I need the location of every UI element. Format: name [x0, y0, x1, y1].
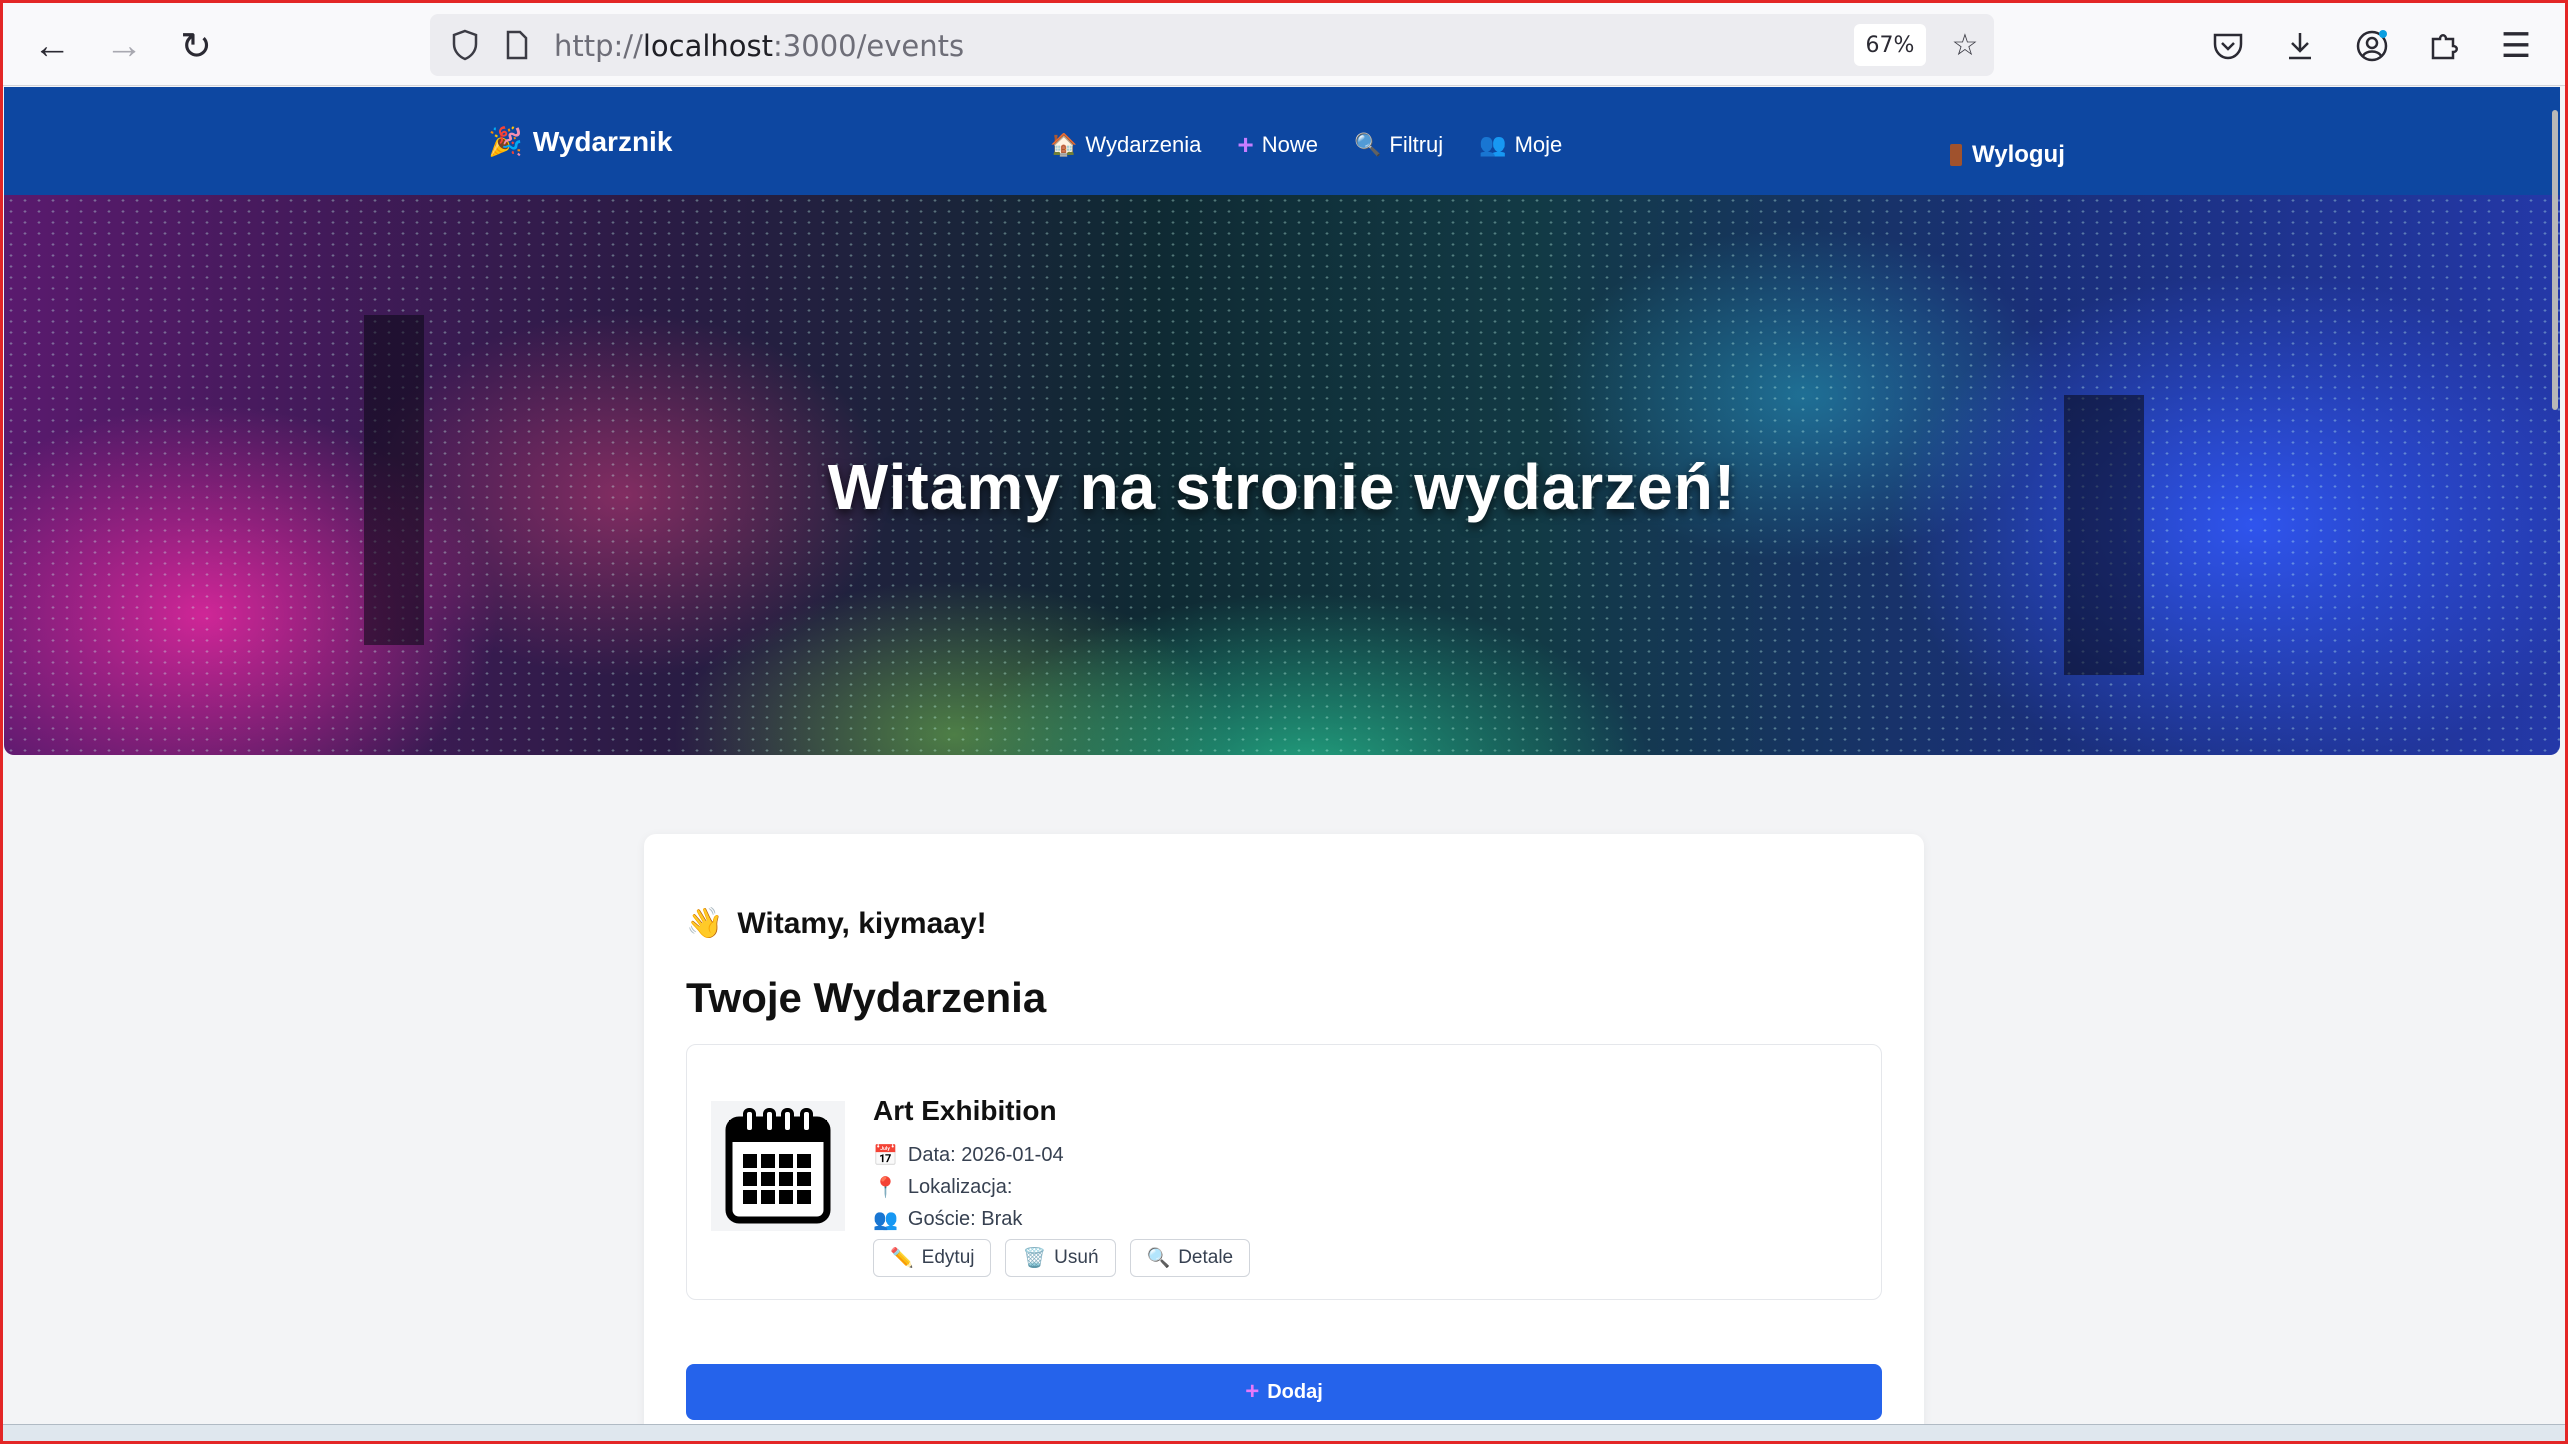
download-icon[interactable]	[2274, 20, 2326, 72]
speaker-right-decoration	[2064, 395, 2144, 675]
taskbar-edge	[0, 1424, 2568, 1444]
add-label: Dodaj	[1267, 1380, 1323, 1403]
section-title: Twoje Wydarzenia	[686, 974, 1047, 1021]
calendar-small-icon: 📅	[873, 1145, 898, 1167]
door-icon	[1950, 144, 1962, 166]
logout-button[interactable]: Wyloguj	[1950, 141, 2065, 169]
delete-label: Usuń	[1054, 1247, 1099, 1268]
app-navbar: 🎉 Wydarznik 🏠 Wydarzenia + Nowe 🔍 Filtru…	[4, 87, 2560, 195]
edit-label: Edytuj	[921, 1247, 975, 1268]
bookmark-star-icon[interactable]: ☆	[1944, 24, 1986, 66]
delete-button[interactable]: 🗑️ Usuń	[1005, 1239, 1116, 1277]
event-title: Art Exhibition	[873, 1095, 1057, 1126]
nav-item-nowe[interactable]: + Nowe	[1237, 129, 1318, 161]
add-event-button[interactable]: + Dodaj	[686, 1364, 1882, 1420]
pencil-icon: ✏️	[890, 1248, 914, 1269]
account-icon[interactable]	[2346, 20, 2398, 72]
event-guests: 👥 Goście: Brak	[873, 1207, 1022, 1232]
extensions-icon[interactable]	[2418, 20, 2470, 72]
brand-name: Wydarznik	[532, 125, 673, 157]
brand-link[interactable]: 🎉 Wydarznik	[488, 125, 672, 158]
event-card: Art Exhibition 📅 Data: 2026-01-04 📍 Loka…	[686, 1044, 1882, 1300]
waving-hand-icon: 👋	[686, 907, 724, 940]
details-button[interactable]: 🔍 Detale	[1129, 1239, 1251, 1277]
nav-item-label: Nowe	[1261, 132, 1318, 157]
welcome-text: Witamy, kiymaay!	[737, 906, 987, 940]
event-guests-text: Goście: Brak	[907, 1208, 1023, 1230]
browser-toolbar: ← → ↻ http://localhost:3000/events 67% ☆…	[0, 0, 2568, 86]
nav-item-wydarzenia[interactable]: 🏠 Wydarzenia	[1050, 129, 1201, 161]
people-icon: 👥	[1479, 132, 1507, 157]
hero-title: Witamy na stronie wydarzeń!	[827, 451, 1737, 523]
event-date: 📅 Data: 2026-01-04	[873, 1143, 1064, 1168]
hero-banner: Witamy na stronie wydarzeń!	[4, 195, 2560, 755]
address-bar[interactable]: http://localhost:3000/events 67% ☆	[430, 14, 1994, 76]
details-label: Detale	[1178, 1247, 1234, 1268]
people-icon: 👥	[873, 1209, 898, 1231]
logout-label: Wyloguj	[1972, 141, 2065, 168]
trash-icon: 🗑️	[1022, 1248, 1047, 1269]
magnifier-icon: 🔍	[1353, 132, 1382, 157]
zoom-level-badge[interactable]: 67%	[1854, 24, 1926, 66]
pocket-icon[interactable]	[2202, 20, 2254, 72]
nav-item-moje[interactable]: 👥 Moje	[1479, 129, 1562, 161]
shield-icon[interactable]	[444, 24, 486, 66]
menu-icon[interactable]: ☰	[2490, 20, 2542, 72]
pin-icon: 📍	[873, 1177, 898, 1199]
event-location-text: Lokalizacja:	[907, 1176, 1013, 1198]
page-icon	[496, 24, 538, 66]
nav-item-label: Wydarzenia	[1085, 132, 1202, 157]
forward-icon[interactable]: →	[98, 20, 150, 72]
house-icon: 🏠	[1050, 132, 1078, 157]
main-content-card: 👋 Witamy, kiymaay! Twoje Wydarzenia Art …	[644, 834, 1924, 1444]
nav-item-label: Filtruj	[1389, 132, 1444, 157]
nav-item-label: Moje	[1514, 132, 1563, 157]
party-popper-icon: 🎉	[488, 126, 523, 157]
event-date-text: Data: 2026-01-04	[907, 1144, 1064, 1166]
magnifier-icon: 🔍	[1146, 1248, 1171, 1269]
page-scrollbar[interactable]	[2552, 110, 2558, 410]
event-location: 📍 Lokalizacja:	[873, 1175, 1012, 1200]
url-text[interactable]: http://localhost:3000/events	[554, 29, 964, 63]
welcome-message: 👋 Witamy, kiymaay!	[686, 906, 987, 941]
nav-item-filtruj[interactable]: 🔍 Filtruj	[1354, 129, 1443, 161]
back-icon[interactable]: ←	[26, 20, 78, 72]
nav-links: 🏠 Wydarzenia + Nowe 🔍 Filtruj 👥 Moje	[1050, 129, 1562, 161]
event-actions: ✏️ Edytuj 🗑️ Usuń 🔍 Detale	[873, 1239, 1251, 1277]
reload-icon[interactable]: ↻	[170, 20, 222, 72]
plus-icon: +	[1237, 129, 1254, 160]
plus-icon: +	[1245, 1378, 1260, 1405]
calendar-icon	[711, 1101, 845, 1231]
edit-button[interactable]: ✏️ Edytuj	[873, 1239, 992, 1277]
